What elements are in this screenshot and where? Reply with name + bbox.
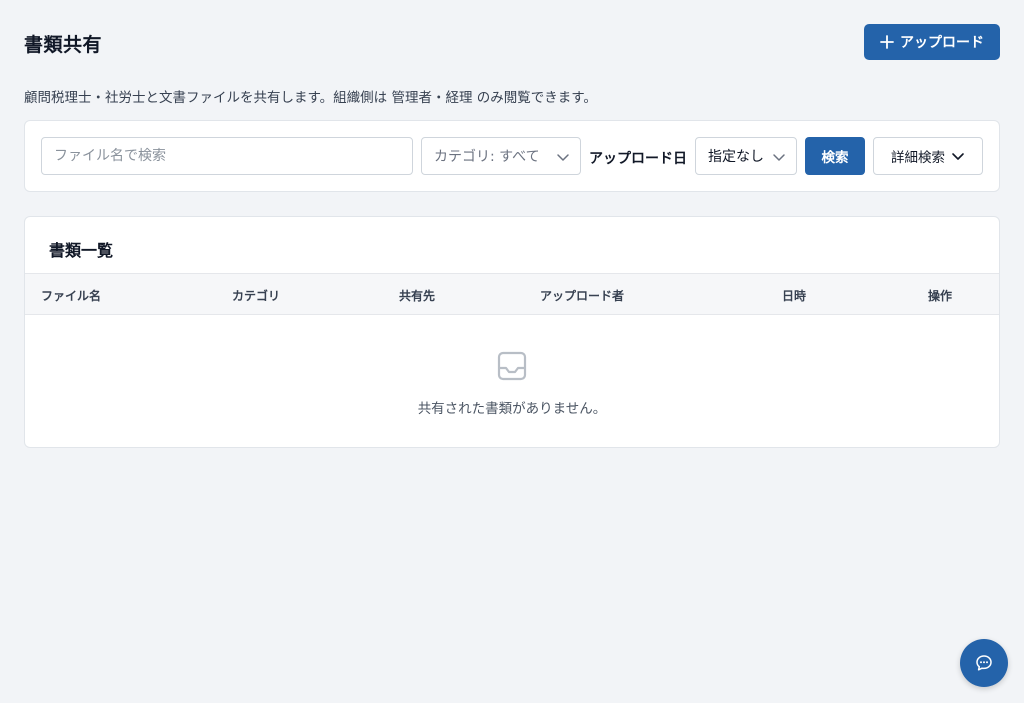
table-header: ファイル名 カテゴリ 共有先 アップロード者 日時 操作 <box>25 273 999 315</box>
advanced-search-button[interactable]: 詳細検索 <box>873 137 983 175</box>
chevron-down-icon <box>557 154 569 161</box>
column-header-filename: ファイル名 <box>41 289 102 303</box>
filter-bar: カテゴリ: すべて アップロード日 指定なし 検索 詳細検索 <box>24 120 1000 192</box>
column-header-uploader: アップロード者 <box>540 289 625 303</box>
empty-state-message: 共有された書類がありません。 <box>417 401 607 417</box>
page-title: 書類共有 <box>24 34 103 56</box>
chat-button[interactable] <box>960 639 1008 687</box>
advanced-search-label: 詳細検索 <box>891 150 945 166</box>
list-title: 書類一覧 <box>49 241 114 260</box>
inbox-icon <box>497 351 527 381</box>
chevron-down-icon <box>773 154 785 161</box>
upload-button-label: アップロード <box>900 35 984 51</box>
upload-date-label: アップロード日 <box>589 151 687 167</box>
upload-date-select-value: 指定なし <box>708 149 764 165</box>
column-header-category: カテゴリ <box>232 289 281 303</box>
upload-button[interactable]: アップロード <box>864 24 1000 60</box>
category-select[interactable]: カテゴリ: すべて <box>421 137 581 175</box>
column-header-datetime: 日時 <box>782 289 807 303</box>
page: 書類共有 アップロード 顧問税理士・社労士と文書ファイルを共有します。組織側は … <box>0 0 1024 703</box>
column-header-actions: 操作 <box>928 289 953 303</box>
page-description: 顧問税理士・社労士と文書ファイルを共有します。組織側は 管理者・経理 のみ閲覧で… <box>24 90 597 106</box>
chevron-down-icon <box>952 153 964 160</box>
column-header-shared-with: 共有先 <box>399 289 436 303</box>
search-button[interactable]: 検索 <box>805 137 865 175</box>
chat-icon <box>976 655 992 671</box>
search-input[interactable] <box>41 137 413 175</box>
upload-date-select[interactable]: 指定なし <box>695 137 797 175</box>
document-list-card: 書類一覧 ファイル名 カテゴリ 共有先 アップロード者 日時 操作 共有された書… <box>24 216 1000 448</box>
plus-icon <box>880 35 894 49</box>
category-select-value: カテゴリ: すべて <box>434 149 540 165</box>
